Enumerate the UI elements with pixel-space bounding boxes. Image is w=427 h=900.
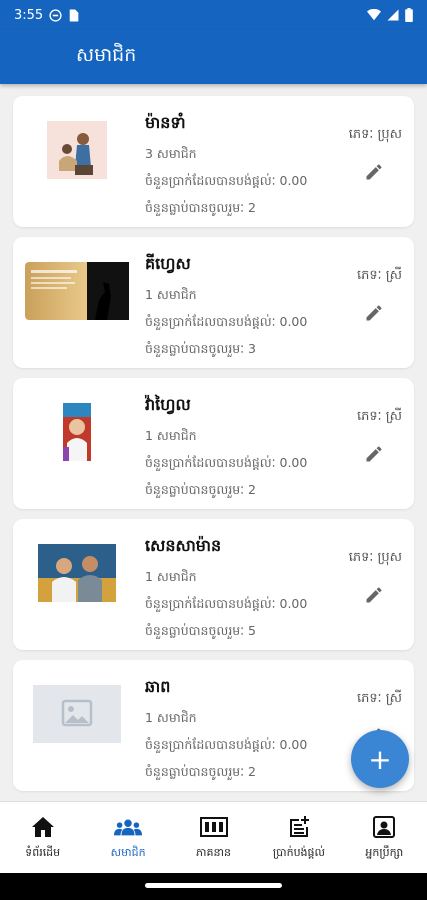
member-attendance: ចំនួនធ្លាប់បានចូលរួមៈ 5 <box>145 623 256 638</box>
member-count: 1 សមាជិក <box>145 569 197 584</box>
signal-icon <box>387 9 399 21</box>
edit-icon[interactable] <box>362 442 386 466</box>
member-gender: ភេទៈ ស្រី <box>357 409 402 424</box>
add-icon: + <box>368 742 392 776</box>
member-card[interactable]: វ៉ាហ្វៃល 1 សមាជិក ចំនួនប្រាក់ដែលបានបង់ផ្… <box>13 378 414 509</box>
home-icon <box>29 814 57 840</box>
member-name: សេនសាម៉ាន <box>145 536 222 555</box>
member-attendance: ចំនួនធ្លាប់បានចូលរួមៈ 3 <box>145 341 256 356</box>
member-photo <box>25 120 129 180</box>
member-count: 3 សមាជិក <box>145 146 197 161</box>
page-title: សមាជិក <box>76 44 137 66</box>
member-gender: ភេទៈ ស្រី <box>357 268 402 283</box>
sim-card-icon <box>68 9 79 22</box>
member-name: គីហ្វេស <box>145 254 191 273</box>
battery-icon <box>405 8 413 22</box>
member-gender: ភេទៈ ប្រុស <box>348 127 402 142</box>
wifi-icon <box>367 9 381 21</box>
status-time: 3:55 <box>14 7 44 23</box>
home-indicator[interactable] <box>145 883 282 888</box>
member-photo <box>25 261 129 321</box>
member-card[interactable]: ម៉ានទាំ 3 សមាជិក ចំនួនប្រាក់ដែលបានបង់ផ្ត… <box>13 96 414 227</box>
group-icon <box>114 814 143 840</box>
member-amount: ចំនួនប្រាក់ដែលបានបង់ផ្តល់ៈ 0.00 <box>145 173 308 188</box>
gesture-bar <box>0 873 427 900</box>
vpn-icon <box>49 8 62 22</box>
member-attendance: ចំនួនធ្លាប់បានចូលរួមៈ 2 <box>145 200 256 215</box>
nav-label: ទំព័រដើម <box>25 845 61 859</box>
member-card[interactable]: គីហ្វេស 1 សមាជិក ចំនួនប្រាក់ដែលបានបង់ផ្ត… <box>13 237 414 368</box>
add-member-button[interactable]: + <box>351 730 409 788</box>
member-amount: ចំនួនប្រាក់ដែលបានបង់ផ្តល់ៈ 0.00 <box>145 314 308 329</box>
nav-item-advisor[interactable]: អ្នកប្រឹក្សា <box>342 802 427 873</box>
post-add-icon <box>285 814 313 840</box>
member-attendance: ចំនួនធ្លាប់បានចូលរួមៈ 2 <box>145 764 256 779</box>
member-count: 1 សមាជិក <box>145 710 197 725</box>
placeholder-image-icon <box>25 684 129 744</box>
member-photo <box>25 402 129 462</box>
member-amount: ចំនួនប្រាក់ដែលបានបង់ផ្តល់ៈ 0.00 <box>145 737 308 752</box>
status-bar: 3:55 <box>0 0 427 30</box>
member-name: ម៉ានទាំ <box>145 113 186 132</box>
nav-item-payments[interactable]: ប្រាក់បង់ផ្តល់ <box>256 802 341 873</box>
nav-item-counter[interactable]: ភាគនាន <box>171 802 256 873</box>
contact-icon <box>370 814 398 840</box>
member-card[interactable]: សេនសាម៉ាន 1 សមាជិក ចំនួនប្រាក់ដែលបានបង់ផ… <box>13 519 414 650</box>
member-name: ឆាព <box>145 677 171 696</box>
app-bar: សមាជិក <box>0 30 427 84</box>
member-list[interactable]: ម៉ានទាំ 3 សមាជិក ចំនួនប្រាក់ដែលបានបង់ផ្ត… <box>0 84 427 801</box>
member-amount: ចំនួនប្រាក់ដែលបានបង់ផ្តល់ៈ 0.00 <box>145 455 308 470</box>
edit-icon[interactable] <box>362 583 386 607</box>
nav-label: អ្នកប្រឹក្សា <box>365 845 404 859</box>
bottom-navigation: ទំព័រដើម សមាជិក ភាគនាន ប្រាក់បង់ផ្តល់ អ្… <box>0 801 427 873</box>
member-count: 1 សមាជិក <box>145 428 197 443</box>
member-gender: ភេទៈ ស្រី <box>357 691 402 706</box>
nav-label: ភាគនាន <box>196 845 231 859</box>
nav-label: សមាជិក <box>110 845 146 859</box>
member-amount: ចំនួនប្រាក់ដែលបានបង់ផ្តល់ៈ 0.00 <box>145 596 308 611</box>
edit-icon[interactable] <box>362 160 386 184</box>
nav-item-home[interactable]: ទំព័រដើម <box>0 802 85 873</box>
member-count: 1 សមាជិក <box>145 287 197 302</box>
nav-label: ប្រាក់បង់ផ្តល់ <box>272 845 325 859</box>
nav-item-members[interactable]: សមាជិក <box>85 802 170 873</box>
edit-icon[interactable] <box>362 301 386 325</box>
counter-icon <box>199 814 228 840</box>
member-photo <box>25 543 129 603</box>
member-name: វ៉ាហ្វៃល <box>145 395 191 414</box>
member-gender: ភេទៈ ប្រុស <box>348 550 402 565</box>
member-attendance: ចំនួនធ្លាប់បានចូលរួមៈ 2 <box>145 482 256 497</box>
